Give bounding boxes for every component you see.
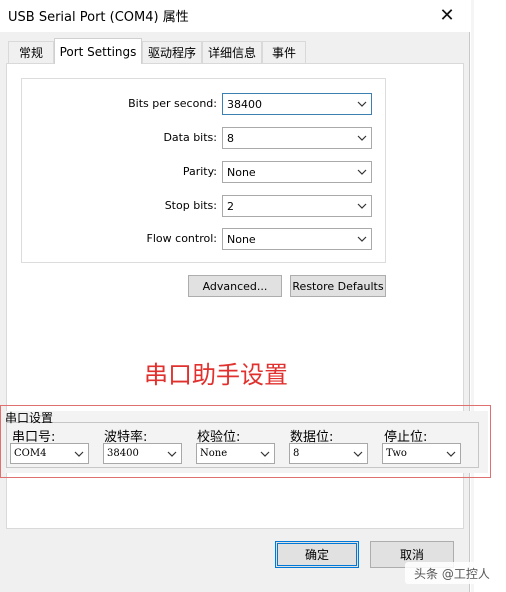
chevron-down-icon bbox=[353, 196, 371, 216]
button-label: Advanced... bbox=[202, 279, 268, 293]
button-label: 取消 bbox=[399, 548, 424, 562]
button-label: 确定 bbox=[304, 548, 329, 562]
chevron-down-icon bbox=[256, 444, 274, 463]
chevron-down-icon bbox=[70, 444, 88, 463]
restore-defaults-button[interactable]: Restore Defaults bbox=[290, 275, 386, 297]
data-bits-label: Data bits: bbox=[163, 131, 217, 144]
select-value: None bbox=[227, 165, 256, 179]
parity-bit-select[interactable]: None bbox=[196, 443, 275, 464]
select-value: 8 bbox=[293, 448, 300, 459]
select-value: 8 bbox=[227, 131, 234, 145]
annotation-heading: 串口助手设置 bbox=[144, 361, 288, 389]
chevron-down-icon bbox=[353, 162, 371, 182]
tab-details[interactable]: 详细信息 bbox=[202, 41, 262, 63]
tab-label: 详细信息 bbox=[207, 46, 256, 60]
tab-label: 驱动程序 bbox=[147, 46, 196, 60]
select-value: COM4 bbox=[14, 448, 47, 459]
parity-label: Parity: bbox=[182, 165, 217, 178]
tab-events[interactable]: 事件 bbox=[262, 41, 306, 63]
serial-settings-title: 串口设置 bbox=[5, 411, 54, 425]
tab-driver[interactable]: 驱动程序 bbox=[142, 41, 202, 63]
stop-bits-select[interactable]: 2 bbox=[222, 195, 372, 217]
window-title: USB Serial Port (COM4) 属性 bbox=[8, 10, 189, 25]
chevron-down-icon bbox=[353, 229, 371, 249]
port-number-select[interactable]: COM4 bbox=[10, 443, 89, 464]
select-value: Two bbox=[386, 448, 407, 459]
baud-rate-select[interactable]: 38400 bbox=[103, 443, 182, 464]
select-value: 2 bbox=[227, 199, 234, 213]
stop-bit-select[interactable]: Two bbox=[382, 443, 461, 464]
data-bits-select[interactable]: 8 bbox=[222, 127, 372, 149]
chevron-down-icon bbox=[349, 444, 367, 463]
watermark: 头条 @工控人 bbox=[414, 567, 490, 581]
tab-port-settings[interactable]: Port Settings bbox=[54, 38, 142, 64]
chevron-down-icon bbox=[442, 444, 460, 463]
close-button[interactable]: ✕ bbox=[430, 2, 464, 28]
chevron-down-icon bbox=[353, 94, 371, 114]
flow-control-select[interactable]: None bbox=[222, 228, 372, 250]
tab-label: Port Settings bbox=[59, 44, 137, 59]
tab-label: 常规 bbox=[18, 46, 43, 60]
title-bar: USB Serial Port (COM4) 属性 ✕ bbox=[0, 0, 470, 32]
bits-per-second-select[interactable]: 38400 bbox=[222, 93, 372, 115]
window-edge bbox=[471, 0, 474, 592]
bits-per-second-label: Bits per second: bbox=[128, 97, 217, 110]
select-value: None bbox=[227, 232, 256, 246]
select-value: None bbox=[200, 448, 228, 459]
ok-button[interactable]: 确定 bbox=[275, 541, 359, 568]
advanced-button[interactable]: Advanced... bbox=[188, 275, 282, 297]
select-value: 38400 bbox=[227, 97, 262, 111]
tab-general[interactable]: 常规 bbox=[8, 41, 54, 63]
tab-label: 事件 bbox=[271, 46, 296, 60]
chevron-down-icon bbox=[353, 128, 371, 148]
select-value: 38400 bbox=[107, 448, 139, 459]
data-bit-select[interactable]: 8 bbox=[289, 443, 368, 464]
parity-select[interactable]: None bbox=[222, 161, 372, 183]
close-icon: ✕ bbox=[439, 4, 455, 26]
flow-control-label: Flow control: bbox=[146, 232, 217, 245]
stop-bits-label: Stop bits: bbox=[164, 199, 217, 212]
chevron-down-icon bbox=[163, 444, 181, 463]
button-label: Restore Defaults bbox=[292, 279, 384, 293]
